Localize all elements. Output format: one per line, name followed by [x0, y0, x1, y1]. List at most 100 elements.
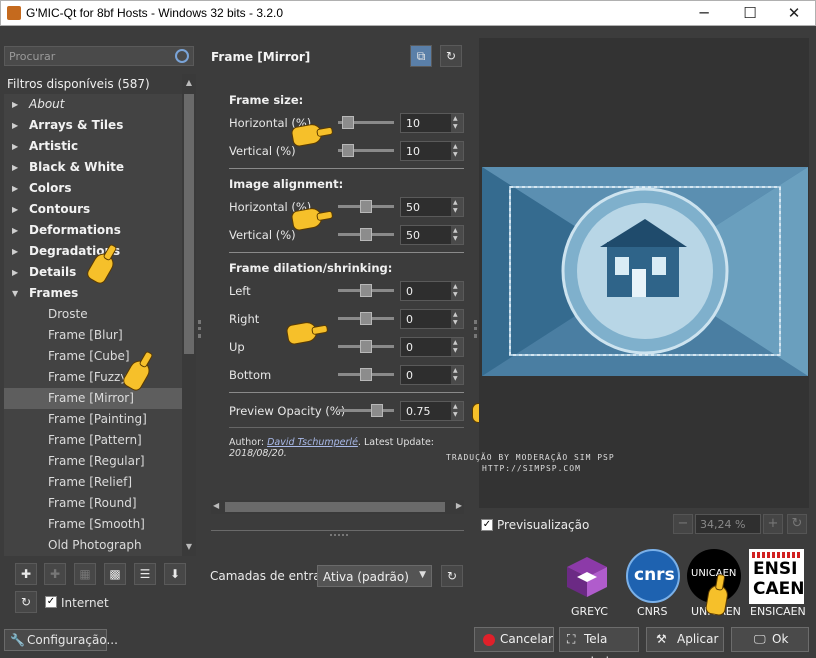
tree-item-frame-blur[interactable]: Frame [Blur]: [4, 325, 182, 346]
slider[interactable]: [338, 312, 394, 325]
spinbox-arrows[interactable]: ▲ ▼: [451, 114, 463, 132]
scroll-left-icon[interactable]: ◀: [213, 501, 219, 510]
color-palette-icon[interactable]: ▩: [104, 563, 126, 585]
tree-item-frame-pattern[interactable]: Frame [Pattern]: [4, 430, 182, 451]
slider[interactable]: [338, 368, 394, 381]
spinbox-arrows[interactable]: ▲ ▼: [451, 366, 463, 384]
spinbox-value[interactable]: 50: [406, 201, 420, 214]
spinbox[interactable]: 10 ▲ ▼: [400, 141, 464, 161]
close-button[interactable]: ✕: [771, 1, 816, 25]
tree-item-frame-regular[interactable]: Frame [Regular]: [4, 451, 182, 472]
spinbox-value[interactable]: 0: [406, 341, 413, 354]
spinbox-arrows[interactable]: ▲ ▼: [451, 142, 463, 160]
spinbox[interactable]: 0 ▲ ▼: [400, 309, 464, 329]
preview-image[interactable]: [482, 167, 808, 376]
scrollbar-thumb[interactable]: [184, 94, 194, 354]
rename-favorite-icon[interactable]: ▦: [74, 563, 96, 585]
spinbox-arrows[interactable]: ▲ ▼: [451, 338, 463, 356]
spinbox[interactable]: 0 ▲ ▼: [400, 365, 464, 385]
spinbox-value[interactable]: 0: [406, 285, 413, 298]
spinbox-arrows[interactable]: ▲ ▼: [451, 198, 463, 216]
internet-checkbox[interactable]: ✓: [45, 596, 57, 608]
spinbox[interactable]: 0.75 ▲ ▼: [400, 401, 464, 421]
cancel-button[interactable]: Cancelar: [474, 627, 554, 652]
spinbox[interactable]: 10 ▲ ▼: [400, 113, 464, 133]
scrollbar-thumb[interactable]: [225, 502, 445, 512]
tree-category-frames[interactable]: ▼ Frames: [4, 283, 182, 304]
spinbox-value[interactable]: 0.75: [406, 405, 431, 418]
tree-item-frame-cube[interactable]: Frame [Cube]: [4, 346, 182, 367]
spinbox-value[interactable]: 10: [406, 117, 420, 130]
tree-category-deformations[interactable]: ▶ Deformations: [4, 220, 182, 241]
slider-knob[interactable]: [360, 312, 372, 325]
slider-knob[interactable]: [360, 228, 372, 241]
fullscreen-button[interactable]: ⛶ Tela cheia: [559, 627, 639, 658]
spinbox-value[interactable]: 0: [406, 313, 413, 326]
list-view-icon[interactable]: ☰: [134, 563, 156, 585]
reset-params-icon[interactable]: ↻: [440, 45, 462, 67]
slider-knob[interactable]: [360, 368, 372, 381]
splitter-handle[interactable]: [198, 320, 201, 338]
tree-category-artistic[interactable]: ▶ Artistic: [4, 136, 182, 157]
slider-knob[interactable]: [360, 340, 372, 353]
tree-item-frame-round[interactable]: Frame [Round]: [4, 493, 182, 514]
author-link[interactable]: David Tschumperlé: [267, 437, 358, 448]
download-icon[interactable]: ⬇: [164, 563, 186, 585]
spinbox[interactable]: 0 ▲ ▼: [400, 281, 464, 301]
splitter-handle[interactable]: [474, 320, 477, 338]
tree-scrollbar[interactable]: ▲ ▼: [182, 74, 196, 556]
zoom-in-icon[interactable]: +: [763, 514, 783, 534]
spinbox-arrows[interactable]: ▲ ▼: [451, 226, 463, 244]
scroll-down-icon[interactable]: ▼: [184, 542, 194, 551]
settings-button[interactable]: 🔧 Configuração...: [4, 629, 118, 651]
remove-favorite-icon[interactable]: ✚: [44, 563, 66, 585]
add-favorite-icon[interactable]: ✚: [15, 563, 37, 585]
ok-button[interactable]: 🖵 Ok: [731, 627, 809, 652]
slider[interactable]: [338, 340, 394, 353]
splitter-handle[interactable]: [330, 534, 348, 537]
maximize-button[interactable]: ☐: [727, 1, 773, 25]
spinbox-value[interactable]: 0: [406, 369, 413, 382]
slider[interactable]: [338, 116, 394, 129]
minimize-button[interactable]: ─: [681, 1, 727, 25]
tree-item-frame-smooth[interactable]: Frame [Smooth]: [4, 514, 182, 535]
slider-knob[interactable]: [342, 116, 354, 129]
zoom-reset-icon[interactable]: ↻: [787, 514, 807, 534]
tree-category-about[interactable]: ▶ About: [4, 94, 182, 115]
spinbox[interactable]: 50 ▲ ▼: [400, 225, 464, 245]
filter-tree[interactable]: ▶ About ▶ Arrays & Tiles ▶ Artistic ▶ Black …: [4, 94, 182, 556]
spinbox-arrows[interactable]: ▲ ▼: [451, 310, 463, 328]
tree-category-black-white[interactable]: ▶ Black & White: [4, 157, 182, 178]
zoom-value[interactable]: 34,24 %: [695, 514, 761, 534]
slider[interactable]: [338, 284, 394, 297]
slider[interactable]: [338, 144, 394, 157]
refresh-input-icon[interactable]: ↻: [441, 565, 463, 587]
scroll-right-icon[interactable]: ▶: [456, 501, 462, 510]
tree-item-frame-fuzzy[interactable]: Frame [Fuzzy]: [4, 367, 182, 388]
slider-knob[interactable]: [371, 404, 383, 417]
slider[interactable]: [338, 200, 394, 213]
params-hscrollbar[interactable]: ◀ ▶: [211, 500, 464, 514]
spinbox-value[interactable]: 10: [406, 145, 420, 158]
spinbox-arrows[interactable]: ▲ ▼: [451, 282, 463, 300]
tree-category-contours[interactable]: ▶ Contours: [4, 199, 182, 220]
tree-category-colors[interactable]: ▶ Colors: [4, 178, 182, 199]
spinbox[interactable]: 50 ▲ ▼: [400, 197, 464, 217]
spinbox[interactable]: 0 ▲ ▼: [400, 337, 464, 357]
scroll-up-icon[interactable]: ▲: [184, 78, 194, 87]
slider-knob[interactable]: [342, 144, 354, 157]
tree-item-old-photograph[interactable]: Old Photograph: [4, 535, 182, 556]
tree-item-frame-painting[interactable]: Frame [Painting]: [4, 409, 182, 430]
search-input[interactable]: Procurar: [4, 46, 194, 66]
tree-item-droste[interactable]: Droste: [4, 304, 182, 325]
apply-button[interactable]: ⚒ Aplicar: [646, 627, 724, 652]
copy-to-clipboard-icon[interactable]: ⧉: [410, 45, 432, 67]
tree-category-arrays-tiles[interactable]: ▶ Arrays & Tiles: [4, 115, 182, 136]
slider[interactable]: [338, 404, 394, 417]
slider-knob[interactable]: [360, 284, 372, 297]
input-layers-select[interactable]: Ativa (padrão) ▼: [317, 565, 432, 587]
tree-category-degradations[interactable]: ▶ Degradations: [4, 241, 182, 262]
tree-item-frame-relief[interactable]: Frame [Relief]: [4, 472, 182, 493]
refresh-filters-icon[interactable]: ↻: [15, 591, 37, 613]
tree-item-frame-mirror[interactable]: Frame [Mirror]: [4, 388, 182, 409]
